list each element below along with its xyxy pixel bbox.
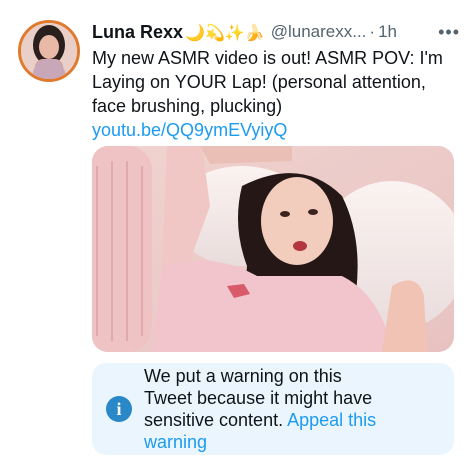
name-emojis: 🌙💫✨🍌	[185, 22, 265, 42]
tweet-card[interactable]: Luna Rexx 🌙💫✨🍌 @lunarexx... · 1h ••• My …	[0, 0, 474, 459]
author-handle[interactable]: @lunarexx...	[271, 22, 367, 42]
author-name[interactable]: Luna Rexx	[92, 22, 183, 43]
tweet-media[interactable]	[92, 146, 454, 352]
sensitive-content-warning: i We put a warning on this Tweet because…	[92, 363, 454, 455]
avatar[interactable]	[18, 20, 80, 82]
more-options-icon[interactable]: •••	[438, 22, 460, 43]
video-link[interactable]: youtu.be/QQ9ymEVyiyQ	[92, 118, 462, 142]
timestamp[interactable]: 1h	[378, 22, 397, 42]
avatar-image	[21, 23, 77, 79]
tweet-text: My new ASMR video is out! ASMR POV: I'm …	[92, 48, 443, 116]
media-image	[92, 146, 454, 352]
tweet-header: Luna Rexx 🌙💫✨🍌 @lunarexx... · 1h	[92, 20, 397, 44]
tweet-text-block: My new ASMR video is out! ASMR POV: I'm …	[92, 46, 462, 142]
warning-text-block: We put a warning on this Tweet because i…	[144, 365, 394, 453]
separator: ·	[369, 22, 376, 41]
info-icon: i	[106, 396, 132, 422]
